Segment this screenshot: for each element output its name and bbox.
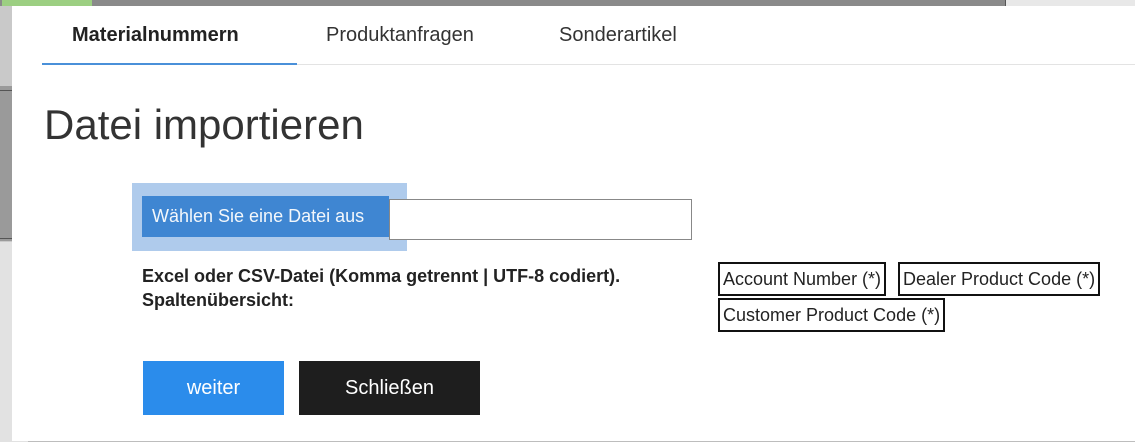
- dialog-title: Datei importieren: [44, 101, 364, 148]
- next-button[interactable]: weiter: [143, 361, 284, 415]
- tab-bar: Materialnummern Produktanfragen Sonderar…: [42, 6, 1135, 65]
- column-tag-dealer-product-code: Dealer Product Code (*): [898, 262, 1101, 296]
- import-info: Excel oder CSV-Datei (Komma getrennt | U…: [142, 264, 620, 312]
- file-name-field[interactable]: [389, 199, 692, 240]
- tab-materialnummern[interactable]: Materialnummern: [72, 24, 239, 47]
- column-tag-customer-product-code: Customer Product Code (*): [718, 298, 946, 332]
- import-dialog: Materialnummern Produktanfragen Sonderar…: [12, 6, 1135, 441]
- file-format-note: Excel oder CSV-Datei (Komma getrennt | U…: [142, 266, 621, 286]
- tab-sonderartikel[interactable]: Sonderartikel: [559, 24, 677, 47]
- tab-produktanfragen[interactable]: Produktanfragen: [326, 24, 474, 47]
- column-tag-account-number: Account Number (*): [718, 262, 887, 296]
- close-button[interactable]: Schließen: [299, 361, 480, 415]
- columns-overview-label: Spaltenübersicht:: [142, 290, 295, 310]
- choose-file-button[interactable]: Wählen Sie eine Datei aus: [142, 196, 389, 237]
- active-tab-indicator: [42, 63, 297, 65]
